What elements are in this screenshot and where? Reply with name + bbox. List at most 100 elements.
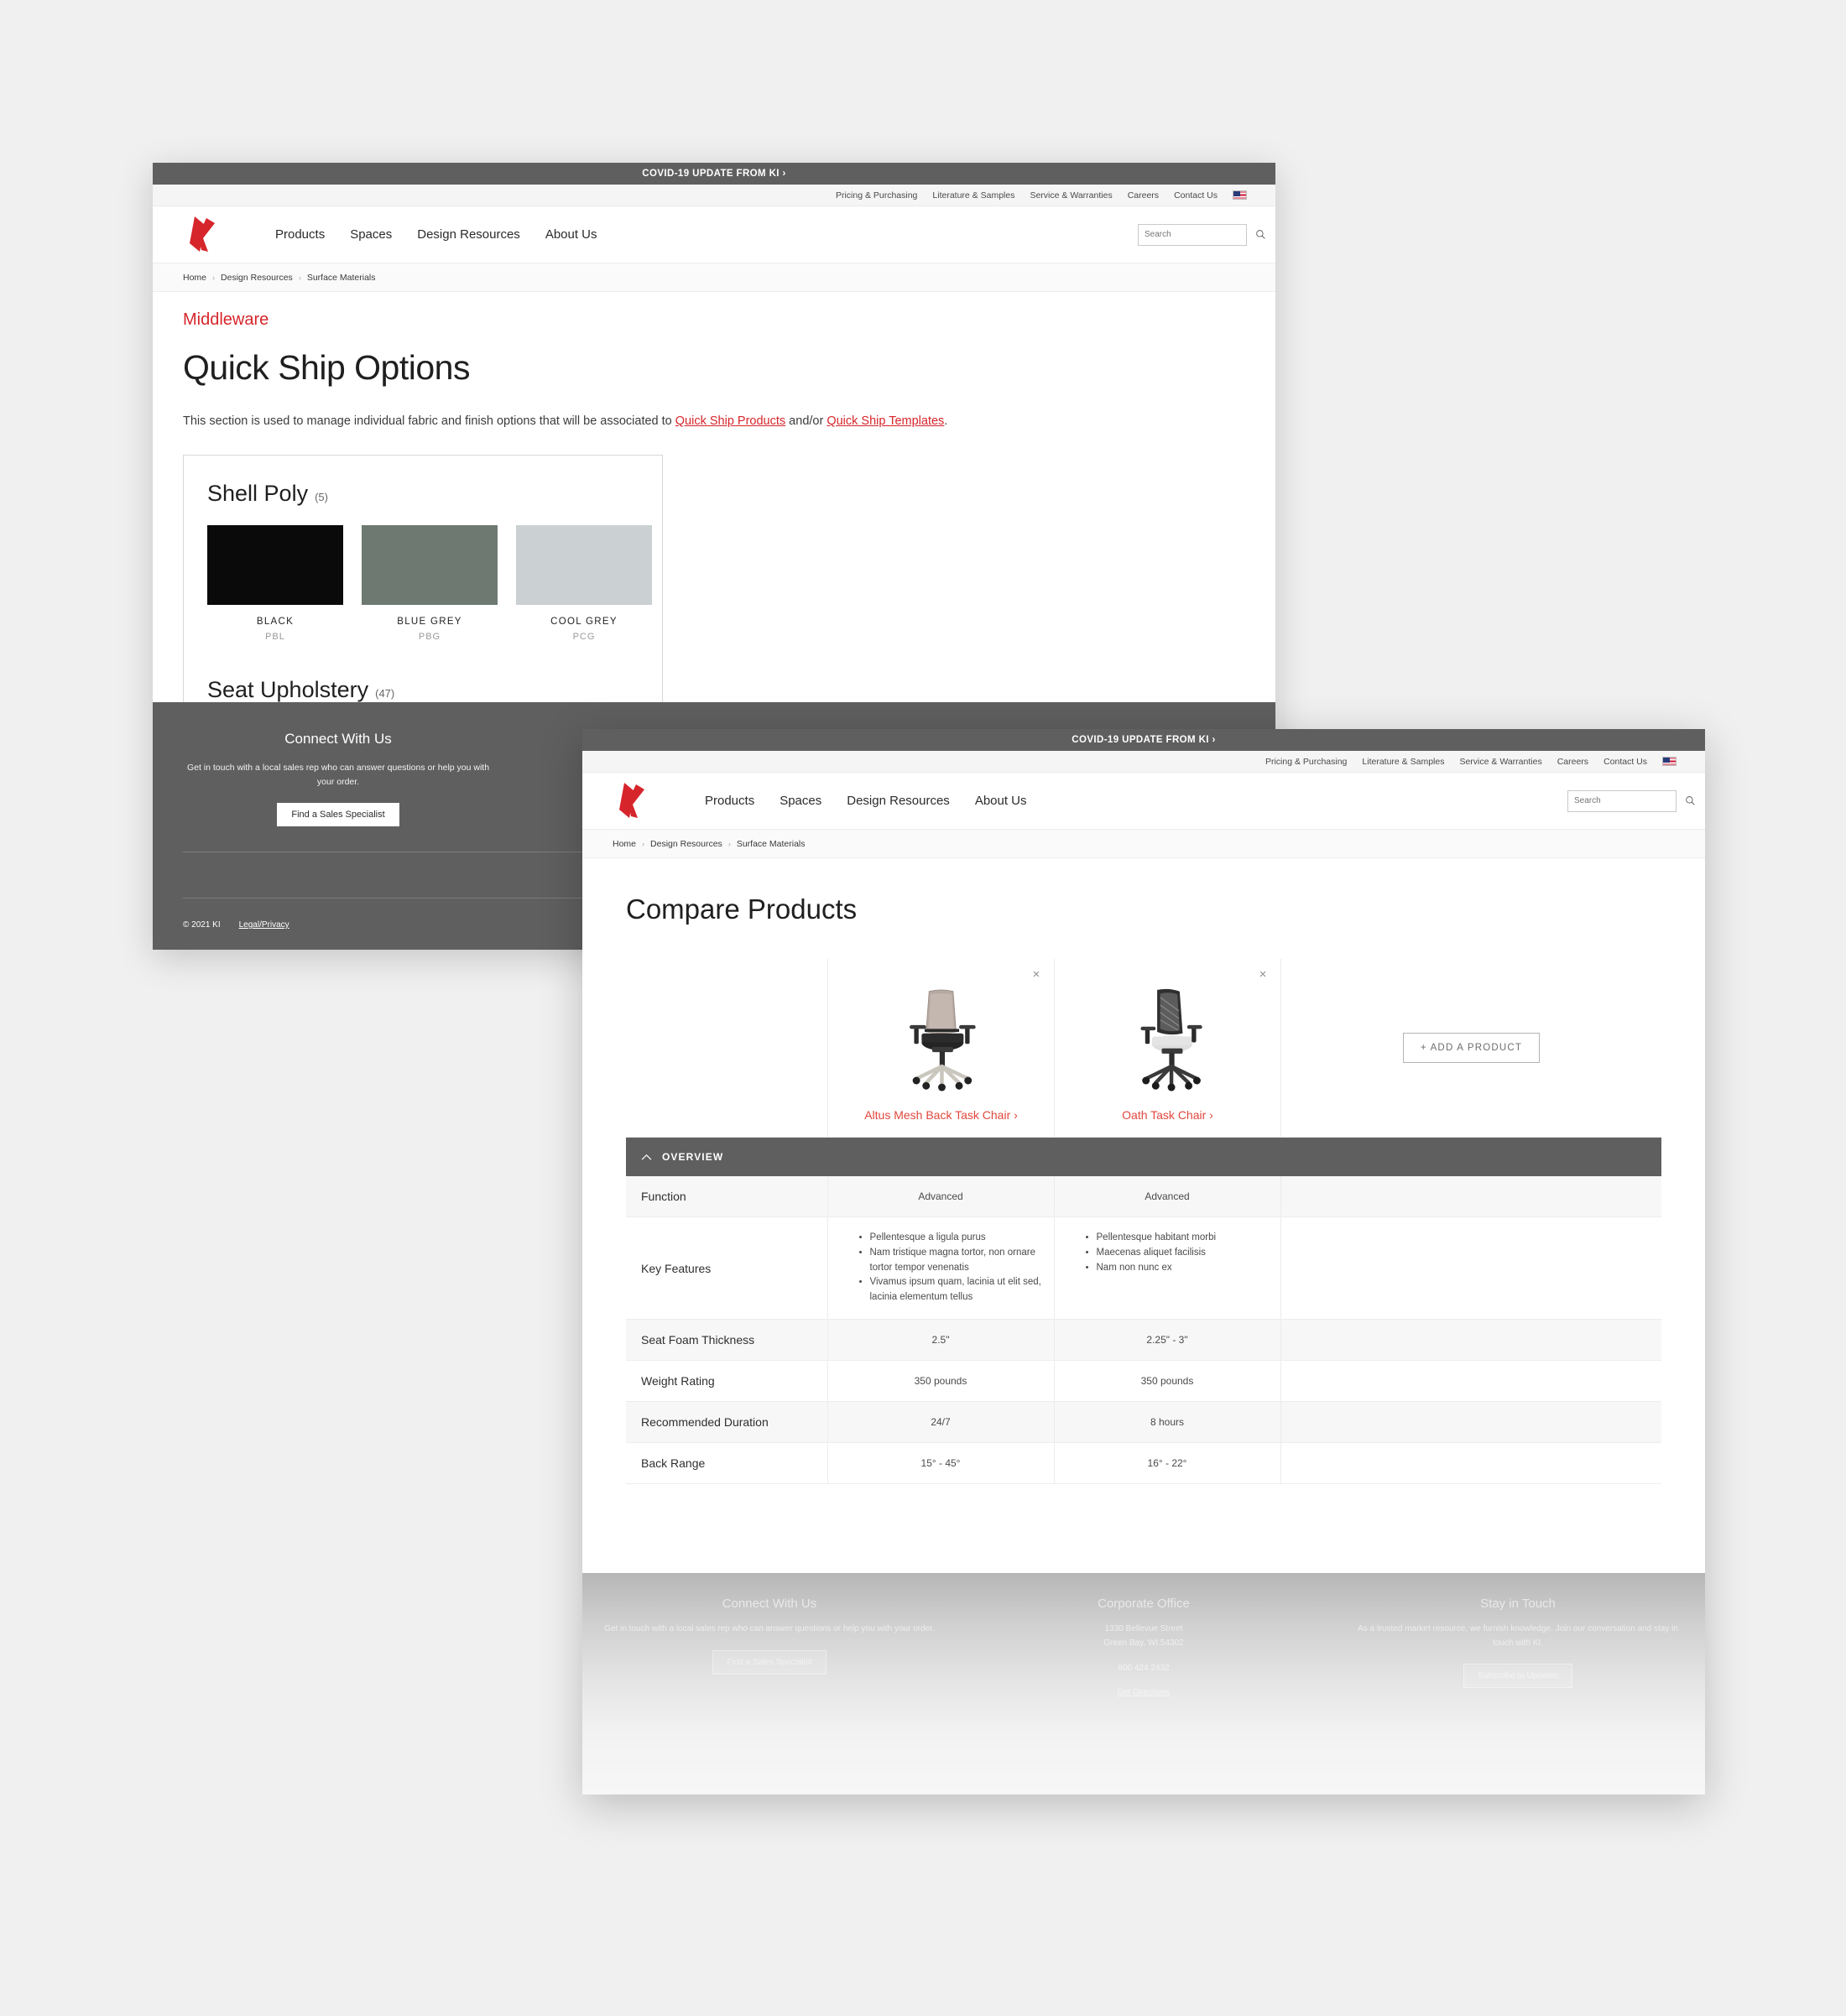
nav-products[interactable]: Products [275,227,325,242]
covid-banner-text: COVID-19 UPDATE FROM KI › [1072,735,1216,745]
row-empty-cell [1280,1360,1661,1403]
nav-design-resources[interactable]: Design Resources [847,794,950,808]
footer-heading: Connect With Us [284,731,392,748]
product-name-link-1[interactable]: Altus Mesh Back Task Chair › [842,1108,1040,1122]
search-box-front[interactable] [1567,789,1695,812]
close-icon[interactable]: × [1030,968,1042,981]
row-value: 16° - 22° [1053,1442,1280,1485]
add-a-product-button[interactable]: + ADD A PRODUCT [1402,1033,1541,1063]
swatch-code: PBL [265,631,285,642]
search-icon[interactable] [1685,795,1696,806]
close-icon[interactable]: × [1257,968,1269,981]
group-name: Seat Upholstery [207,676,369,702]
us-flag-icon[interactable] [1233,190,1247,200]
breadcrumb-design-resources[interactable]: Design Resources [650,839,722,849]
breadcrumb-separator: › [727,839,731,848]
swatch-chip[interactable] [362,524,498,605]
footer-body: As a trusted market resource, we furnish… [1358,1624,1678,1648]
footer-body: Get in touch with a local sales rep who … [604,1624,935,1633]
table-row: Weight Rating 350 pounds 350 pounds [626,1360,1661,1403]
row-value: Advanced [827,1176,1054,1217]
utility-nav-back: Pricing & Purchasing Literature & Sample… [153,185,1275,206]
search-box-back[interactable] [1138,223,1265,246]
breadcrumb-home[interactable]: Home [613,839,636,849]
list-item: Vivamus ipsum quam, lacinia ut elit sed,… [870,1275,1042,1305]
row-value: 350 pounds [827,1360,1054,1403]
footer-body: Get in touch with a local sales rep who … [186,763,490,788]
utility-link-careers[interactable]: Careers [1557,757,1588,767]
intro-paragraph: This section is used to manage individua… [183,413,1245,431]
breadcrumb-separator: › [212,273,216,282]
nav-about-us[interactable]: About Us [545,227,597,242]
row-value-list: Pellentesque a ligula purus Nam tristiqu… [827,1216,1054,1321]
swatch-name: COOL GREY [550,616,618,627]
nav-products[interactable]: Products [705,794,754,808]
row-empty-cell [1280,1319,1661,1362]
chevron-up-icon[interactable] [641,1154,652,1161]
quick-ship-templates-link[interactable]: Quick Ship Templates [827,414,944,428]
group-count: (47) [375,686,395,700]
swatch-chip[interactable] [516,524,652,605]
covid-banner-text: COVID-19 UPDATE FROM KI › [642,169,786,179]
search-icon[interactable] [1255,229,1266,240]
utility-link-literature[interactable]: Literature & Samples [1362,757,1444,767]
swatch-chip[interactable] [207,524,343,605]
swatch-code: PCG [572,631,596,642]
product-image-oath [1140,988,1202,1091]
search-input-back[interactable] [1145,230,1255,239]
ki-logo[interactable] [183,213,227,257]
page-title: Quick Ship Options [183,348,470,387]
swatch-item[interactable]: BLACK PBL [207,524,343,642]
us-flag-icon[interactable] [1662,757,1677,766]
utility-link-careers[interactable]: Careers [1128,190,1159,201]
utility-link-contact[interactable]: Contact Us [1604,757,1647,767]
footer-phone[interactable]: 800 424 2432 [977,1662,1311,1676]
screenshot-stage: COVID-19 UPDATE FROM KI › Pricing & Purc… [0,0,1846,2016]
search-input-front[interactable] [1574,796,1685,805]
utility-link-pricing[interactable]: Pricing & Purchasing [836,190,917,201]
table-row: Recommended Duration 24/7 8 hours [626,1401,1661,1444]
nav-spaces[interactable]: Spaces [780,794,821,808]
find-sales-specialist-button[interactable]: Find a Sales Specialist [277,803,399,826]
covid-banner-back[interactable]: COVID-19 UPDATE FROM KI › [153,163,1275,185]
find-sales-specialist-button[interactable]: Find a Sales Specialist [712,1649,827,1675]
row-label: Seat Foam Thickness [626,1319,827,1362]
table-row: Seat Foam Thickness 2.5" 2.25" - 3" [626,1319,1661,1362]
product-name-link-2[interactable]: Oath Task Chair › [1068,1108,1267,1122]
nav-about-us[interactable]: About Us [975,794,1027,808]
get-directions-link[interactable]: Get Directions [977,1688,1311,1697]
breadcrumb-design-resources[interactable]: Design Resources [221,273,293,283]
breadcrumb-home[interactable]: Home [183,273,206,283]
breadcrumb-surface-materials[interactable]: Surface Materials [737,839,806,849]
utility-link-literature[interactable]: Literature & Samples [932,190,1014,201]
nav-spaces[interactable]: Spaces [350,227,392,242]
footer-connect-column: Connect With Us Get in touch with a loca… [183,731,493,826]
compare-add-column: + ADD A PRODUCT [1280,959,1661,1137]
breadcrumb-separator: › [642,839,645,848]
utility-link-pricing[interactable]: Pricing & Purchasing [1265,757,1347,767]
breadcrumb-separator: › [298,273,301,282]
footer-office-column: Corporate Office 1330 Bellevue Street Gr… [957,1597,1331,1795]
utility-link-service[interactable]: Service & Warranties [1459,757,1541,767]
utility-link-contact[interactable]: Contact Us [1174,190,1218,201]
compare-page-title: Compare Products [626,893,858,925]
breadcrumb-front: Home › Design Resources › Surface Materi… [582,830,1705,858]
swatch-item[interactable]: COOL GREY PCG [516,524,652,642]
overview-section-header[interactable]: OVERVIEW [626,1138,1661,1176]
row-value: 350 pounds [1053,1360,1280,1403]
breadcrumb-surface-materials[interactable]: Surface Materials [307,273,376,283]
copyright-text: © 2021 KI [183,920,221,930]
compare-label-spacer [626,959,827,1137]
covid-banner-front[interactable]: COVID-19 UPDATE FROM KI › [582,729,1705,751]
utility-link-service[interactable]: Service & Warranties [1030,190,1112,201]
quick-ship-products-link[interactable]: Quick Ship Products [675,414,785,428]
row-value: 8 hours [1053,1401,1280,1444]
compare-header-row: × Altus Mesh Back Task Chair › × Oath Ta… [626,959,1661,1138]
nav-design-resources[interactable]: Design Resources [417,227,520,242]
list-item: Pellentesque a ligula purus [870,1231,1042,1246]
ki-logo[interactable] [613,779,656,823]
subscribe-to-updates-button[interactable]: Subscribe to Updates [1463,1664,1572,1688]
swatch-item[interactable]: BLUE GREY PBG [362,524,498,642]
legal-privacy-link[interactable]: Legal/Privacy [239,920,289,930]
